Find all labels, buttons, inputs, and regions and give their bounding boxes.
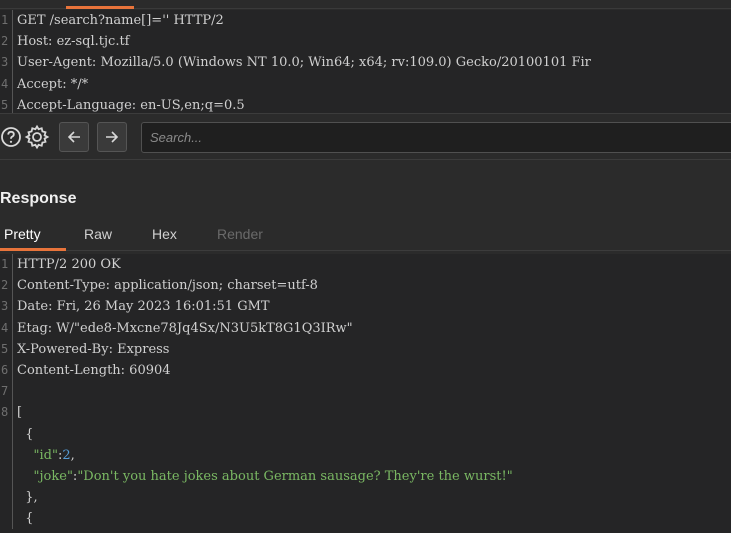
tab-pretty[interactable]: Pretty xyxy=(0,220,66,251)
code-line: "id":2, xyxy=(0,444,731,466)
line-text: GET /search?name[]='' HTTP/2 xyxy=(13,10,224,31)
tab-raw[interactable]: Raw xyxy=(84,220,112,251)
code-token: Etag: W/"ede8-Mxcne78Jq4Sx/N3U5kT8G1Q3IR… xyxy=(17,320,353,336)
line-number xyxy=(0,487,13,509)
line-number: 1 xyxy=(0,254,13,276)
code-token: { xyxy=(17,426,34,442)
line-text: Host: ez-sql.tjc.tf xyxy=(13,31,130,52)
arrow-right-icon xyxy=(106,131,119,143)
line-number xyxy=(0,508,13,530)
code-token: 2 xyxy=(62,447,71,463)
code-line: 5 X-Powered-By: Express xyxy=(0,338,731,360)
code-token: Host: ez-sql.tjc.tf xyxy=(17,34,130,50)
code-line: 6 Content-Length: 60904 xyxy=(0,359,731,382)
line-number: 7 xyxy=(0,381,13,403)
code-line: 5 Accept-Language: en-US,en;q=0.5 xyxy=(0,94,731,113)
line-number: 1 xyxy=(0,10,13,32)
top-tab-strip xyxy=(0,0,731,9)
line-text: User-Agent: Mozilla/5.0 (Windows NT 10.0… xyxy=(13,52,591,73)
code-line: 3 Date: Fri, 26 May 2023 16:01:51 GMT xyxy=(0,296,731,318)
code-token: Content-Type: application/json; charset=… xyxy=(17,278,318,294)
back-arrow-button[interactable] xyxy=(59,122,89,152)
line-text: Content-Type: application/json; charset=… xyxy=(13,275,318,296)
help-icon[interactable] xyxy=(0,123,22,151)
code-line: 2 Host: ez-sql.tjc.tf xyxy=(0,31,731,53)
response-view-tabs: Pretty Raw Hex Render xyxy=(0,220,731,251)
line-text xyxy=(13,381,17,402)
arrow-left-icon xyxy=(67,131,80,143)
line-text: "id":2, xyxy=(13,445,75,466)
line-number xyxy=(0,465,13,488)
tab-render[interactable]: Render xyxy=(217,220,263,251)
tab-hex[interactable]: Hex xyxy=(152,220,177,251)
line-text: { xyxy=(13,508,34,529)
code-line: 4 Etag: W/"ede8-Mxcne78Jq4Sx/N3U5kT8G1Q3I… xyxy=(0,317,731,339)
response-editor[interactable]: 1 HTTP/2 200 OK 2 Content-Type: application… xyxy=(0,254,731,533)
code-line: }, xyxy=(0,487,731,509)
line-text: "joke":"Don't you hate jokes about Germa… xyxy=(13,466,513,487)
line-text: Accept-Language: en-US,en;q=0.5 xyxy=(13,95,245,113)
line-text: }, xyxy=(13,487,38,508)
line-text: { xyxy=(13,424,34,445)
code-line: 1 HTTP/2 200 OK xyxy=(0,254,731,276)
line-number: 8 xyxy=(0,402,13,424)
code-line: "joke":"Don't you hate jokes about Germa… xyxy=(0,465,731,488)
line-text: HTTP/2 200 OK xyxy=(13,254,121,275)
forward-arrow-button[interactable] xyxy=(97,122,127,152)
line-number xyxy=(0,423,13,445)
line-number: 2 xyxy=(0,275,13,297)
code-line: 7 xyxy=(0,381,731,403)
code-token: "id" xyxy=(33,447,58,463)
code-token: }, xyxy=(17,490,38,506)
code-token: Accept: */* xyxy=(17,76,89,92)
line-number: 3 xyxy=(0,52,13,74)
line-number: 2 xyxy=(0,31,13,53)
code-token: HTTP/2 200 OK xyxy=(17,257,121,272)
line-number: 6 xyxy=(0,359,13,382)
code-token: Date: Fri, 26 May 2023 16:01:51 GMT xyxy=(17,299,270,315)
code-token: X-Powered-By: Express xyxy=(17,341,170,357)
code-token: { xyxy=(17,511,34,527)
code-line: 2 Content-Type: application/json; charset… xyxy=(0,275,731,297)
line-number xyxy=(0,444,13,466)
code-token: GET /search?name[]='' HTTP/2 xyxy=(17,13,224,28)
code-line: 1 GET /search?name[]='' HTTP/2 xyxy=(0,10,731,32)
code-token: "joke" xyxy=(33,468,73,484)
active-tab-indicator xyxy=(66,6,134,9)
line-text: Accept: */* xyxy=(13,74,88,95)
request-editor[interactable]: 1 GET /search?name[]='' HTTP/2 2 Host: ez-s… xyxy=(0,10,731,113)
code-token: , xyxy=(70,447,75,463)
code-line: 8[ xyxy=(0,402,731,424)
code-line: { xyxy=(0,508,731,530)
code-line: 4 Accept: */* xyxy=(0,73,731,95)
code-line: 3 User-Agent: Mozilla/5.0 (Windows NT 10.… xyxy=(0,52,731,74)
line-text: Content-Length: 60904 xyxy=(13,360,171,381)
code-token: Content-Length: 60904 xyxy=(17,362,171,378)
code-token: User-Agent: Mozilla/5.0 (Windows NT 10.0… xyxy=(17,55,591,71)
line-number: 5 xyxy=(0,94,13,113)
line-number: 4 xyxy=(0,317,13,339)
search-toolbar: Search... xyxy=(0,113,731,160)
line-text: Etag: W/"ede8-Mxcne78Jq4Sx/N3U5kT8G1Q3IR… xyxy=(13,318,353,339)
search-input[interactable]: Search... xyxy=(141,122,731,153)
code-token: Accept-Language: en-US,en;q=0.5 xyxy=(17,97,245,113)
response-heading: Response xyxy=(0,190,77,207)
line-number: 3 xyxy=(0,296,13,318)
line-text: Date: Fri, 26 May 2023 16:01:51 GMT xyxy=(13,296,270,317)
settings-gear-icon[interactable] xyxy=(22,123,52,151)
code-token: "Don't you hate jokes about German sausa… xyxy=(77,468,513,484)
line-text: [ xyxy=(13,402,22,423)
code-line: { xyxy=(0,423,731,445)
line-number: 5 xyxy=(0,338,13,360)
code-token: [ xyxy=(17,405,23,421)
line-number: 4 xyxy=(0,73,13,95)
line-text: X-Powered-By: Express xyxy=(13,339,169,360)
